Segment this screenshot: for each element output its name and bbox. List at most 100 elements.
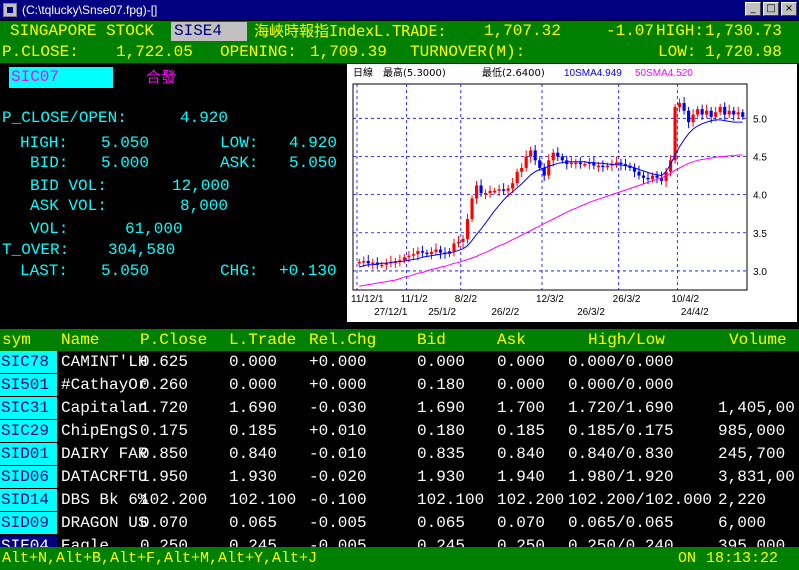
cell-pclose: 102.200 (140, 491, 208, 509)
candle-body (718, 106, 722, 113)
cell-ask: 102.200 (497, 491, 565, 509)
stock-high-value: 5.050 (101, 134, 150, 152)
high-value: 1,730.73 (705, 22, 782, 40)
candle-body (366, 261, 370, 264)
col-header-ltrade[interactable]: L.Trade (229, 329, 296, 351)
low-value: 1,720.98 (705, 43, 782, 61)
candle-body (650, 175, 655, 180)
cell-ask: 0.840 (497, 445, 546, 463)
cell-highlow: 0.065/0.065 (568, 514, 674, 532)
candle-body (646, 177, 650, 180)
board-selector[interactable]: SISE4 (171, 22, 247, 41)
ask-vol-row: ASK VOL: 8,000 (2, 196, 343, 216)
cell-sym[interactable]: SID06 (0, 466, 57, 488)
ask-vol-value: 8,000 (180, 197, 229, 215)
cell-volume: 245,700 (718, 445, 786, 463)
chart-legend-sma10: 10SMA4.949 (564, 68, 622, 79)
maximize-button[interactable]: □ (763, 2, 779, 16)
table-row[interactable]: SID14 DBS Bk 6% 102.200 102.100 -0.100 102.10… (0, 489, 799, 512)
table-row[interactable]: SIC31 Capitalan 1.720 1.690 -0.030 1.690 1.700… (0, 397, 799, 420)
turnover-row: T_OVER: 304,580 (2, 240, 343, 260)
candle-body (678, 103, 682, 107)
price-chart-panel[interactable]: 5.0 4.5 4.0 3.5 3.0 11/12/1 11/1/2 8/2/2 12/3/2 2… (347, 64, 797, 322)
cell-name: DAIRY FAR (61, 445, 148, 463)
tover-label: T_OVER: (2, 241, 70, 259)
candle-body (741, 112, 745, 117)
opening-label: OPENING: (220, 43, 297, 61)
cell-name: Capitalan (61, 399, 148, 417)
col-header-sym[interactable]: sym (2, 329, 31, 351)
close-button[interactable]: × (781, 2, 797, 16)
cell-name: DATACRFTU (61, 468, 148, 486)
cell-pclose: 0.260 (140, 376, 189, 394)
candle-body (705, 110, 709, 115)
last-label: LAST: (20, 262, 69, 280)
candle-body (655, 175, 659, 178)
candle-body (456, 241, 461, 244)
candle-body (470, 198, 474, 220)
cell-highlow: 1.980/1.920 (568, 468, 674, 486)
app-icon[interactable] (3, 3, 17, 17)
stock-name: 合發 (146, 68, 177, 86)
cell-sym[interactable]: SID01 (0, 443, 57, 465)
cell-sym[interactable]: SID09 (0, 512, 57, 534)
cell-relchg: -0.010 (309, 445, 367, 463)
clock: 18:13:22 (706, 550, 779, 567)
cell-ltrade: 102.100 (229, 491, 297, 509)
candle-body (429, 251, 434, 255)
cell-sym[interactable]: SI501 (0, 374, 57, 396)
cell-sym[interactable]: SIC78 (0, 351, 57, 373)
candle-body (497, 189, 501, 191)
y-tick-label: 3.5 (753, 229, 767, 240)
window-titlebar[interactable]: (C:\tqlucky\Snse07.fpg)-[] _ □ × (0, 0, 799, 20)
candle-body (578, 162, 582, 165)
cell-pclose: 0.625 (140, 353, 189, 371)
price-chart[interactable]: 5.0 4.5 4.0 3.5 3.0 11/12/1 11/1/2 8/2/2 12/3/2 2… (347, 64, 797, 322)
cell-relchg: -0.020 (309, 468, 367, 486)
cell-volume: 3,831,00 (718, 468, 795, 486)
col-header-highlow[interactable]: High/Low (588, 329, 665, 351)
col-header-ask[interactable]: Ask (497, 329, 526, 351)
candle-body (506, 188, 510, 191)
candle-body (524, 156, 528, 168)
table-row[interactable]: SIC78 CAMINT'LH 0.625 0.000 +0.000 0.000 0.000… (0, 351, 799, 374)
cell-sym[interactable]: SIC29 (0, 420, 57, 442)
col-header-bid[interactable]: Bid (417, 329, 446, 351)
candle-body (461, 238, 465, 242)
ask-vol-label: ASK VOL: (30, 197, 107, 215)
cell-ask: 1.940 (497, 468, 546, 486)
stock-code-field[interactable]: SIC07 (9, 67, 113, 88)
cell-bid: 1.690 (417, 399, 466, 417)
cell-pclose: 0.175 (140, 422, 189, 440)
tover-value: 304,580 (108, 241, 176, 259)
candle-body (556, 152, 560, 157)
candle-body (551, 152, 555, 161)
low-label: LOW: (658, 43, 697, 61)
candle-body (569, 162, 573, 165)
cell-bid: 0.065 (417, 514, 466, 532)
col-header-pclose[interactable]: P.Close (140, 329, 207, 351)
cell-sym[interactable]: SID14 (0, 489, 57, 511)
cell-name: ChipEngS (61, 422, 138, 440)
table-row[interactable]: SID06 DATACRFTU 1.950 1.930 -0.020 1.930 1.940… (0, 466, 799, 489)
cell-relchg: -0.030 (309, 399, 367, 417)
candle-body (371, 262, 375, 265)
table-row[interactable]: SI501 #CathayOr 0.260 0.000 +0.000 0.180 0.000… (0, 374, 799, 397)
minimize-button[interactable]: _ (745, 2, 761, 16)
cell-relchg: -0.005 (309, 514, 367, 532)
table-row[interactable]: SID09 DRAGON US 0.070 0.065 -0.005 0.065 0.070… (0, 512, 799, 535)
cell-relchg: -0.100 (309, 491, 367, 509)
x-tick-label: 11/1/2 (401, 294, 428, 305)
table-row[interactable]: SID01 DAIRY FAR 0.850 0.840 -0.010 0.835 0.840… (0, 443, 799, 466)
cell-ltrade: 0.000 (229, 353, 278, 371)
index-label: 海峽時報指IndexL.TRADE: (254, 22, 447, 40)
cell-ltrade: 0.000 (229, 376, 278, 394)
last-chg-row: LAST: 5.050 CHG: +0.130 (2, 261, 343, 281)
col-header-relchg[interactable]: Rel.Chg (309, 329, 376, 351)
col-header-name[interactable]: Name (61, 329, 99, 351)
table-row[interactable]: SIC29 ChipEngS 0.175 0.185 +0.010 0.180 0.185 0… (0, 420, 799, 443)
cell-sym[interactable]: SIC31 (0, 397, 57, 419)
pclose-open-label: P_CLOSE/OPEN: (2, 109, 127, 127)
candle-body (529, 150, 533, 157)
col-header-volume[interactable]: Volume (729, 329, 787, 351)
